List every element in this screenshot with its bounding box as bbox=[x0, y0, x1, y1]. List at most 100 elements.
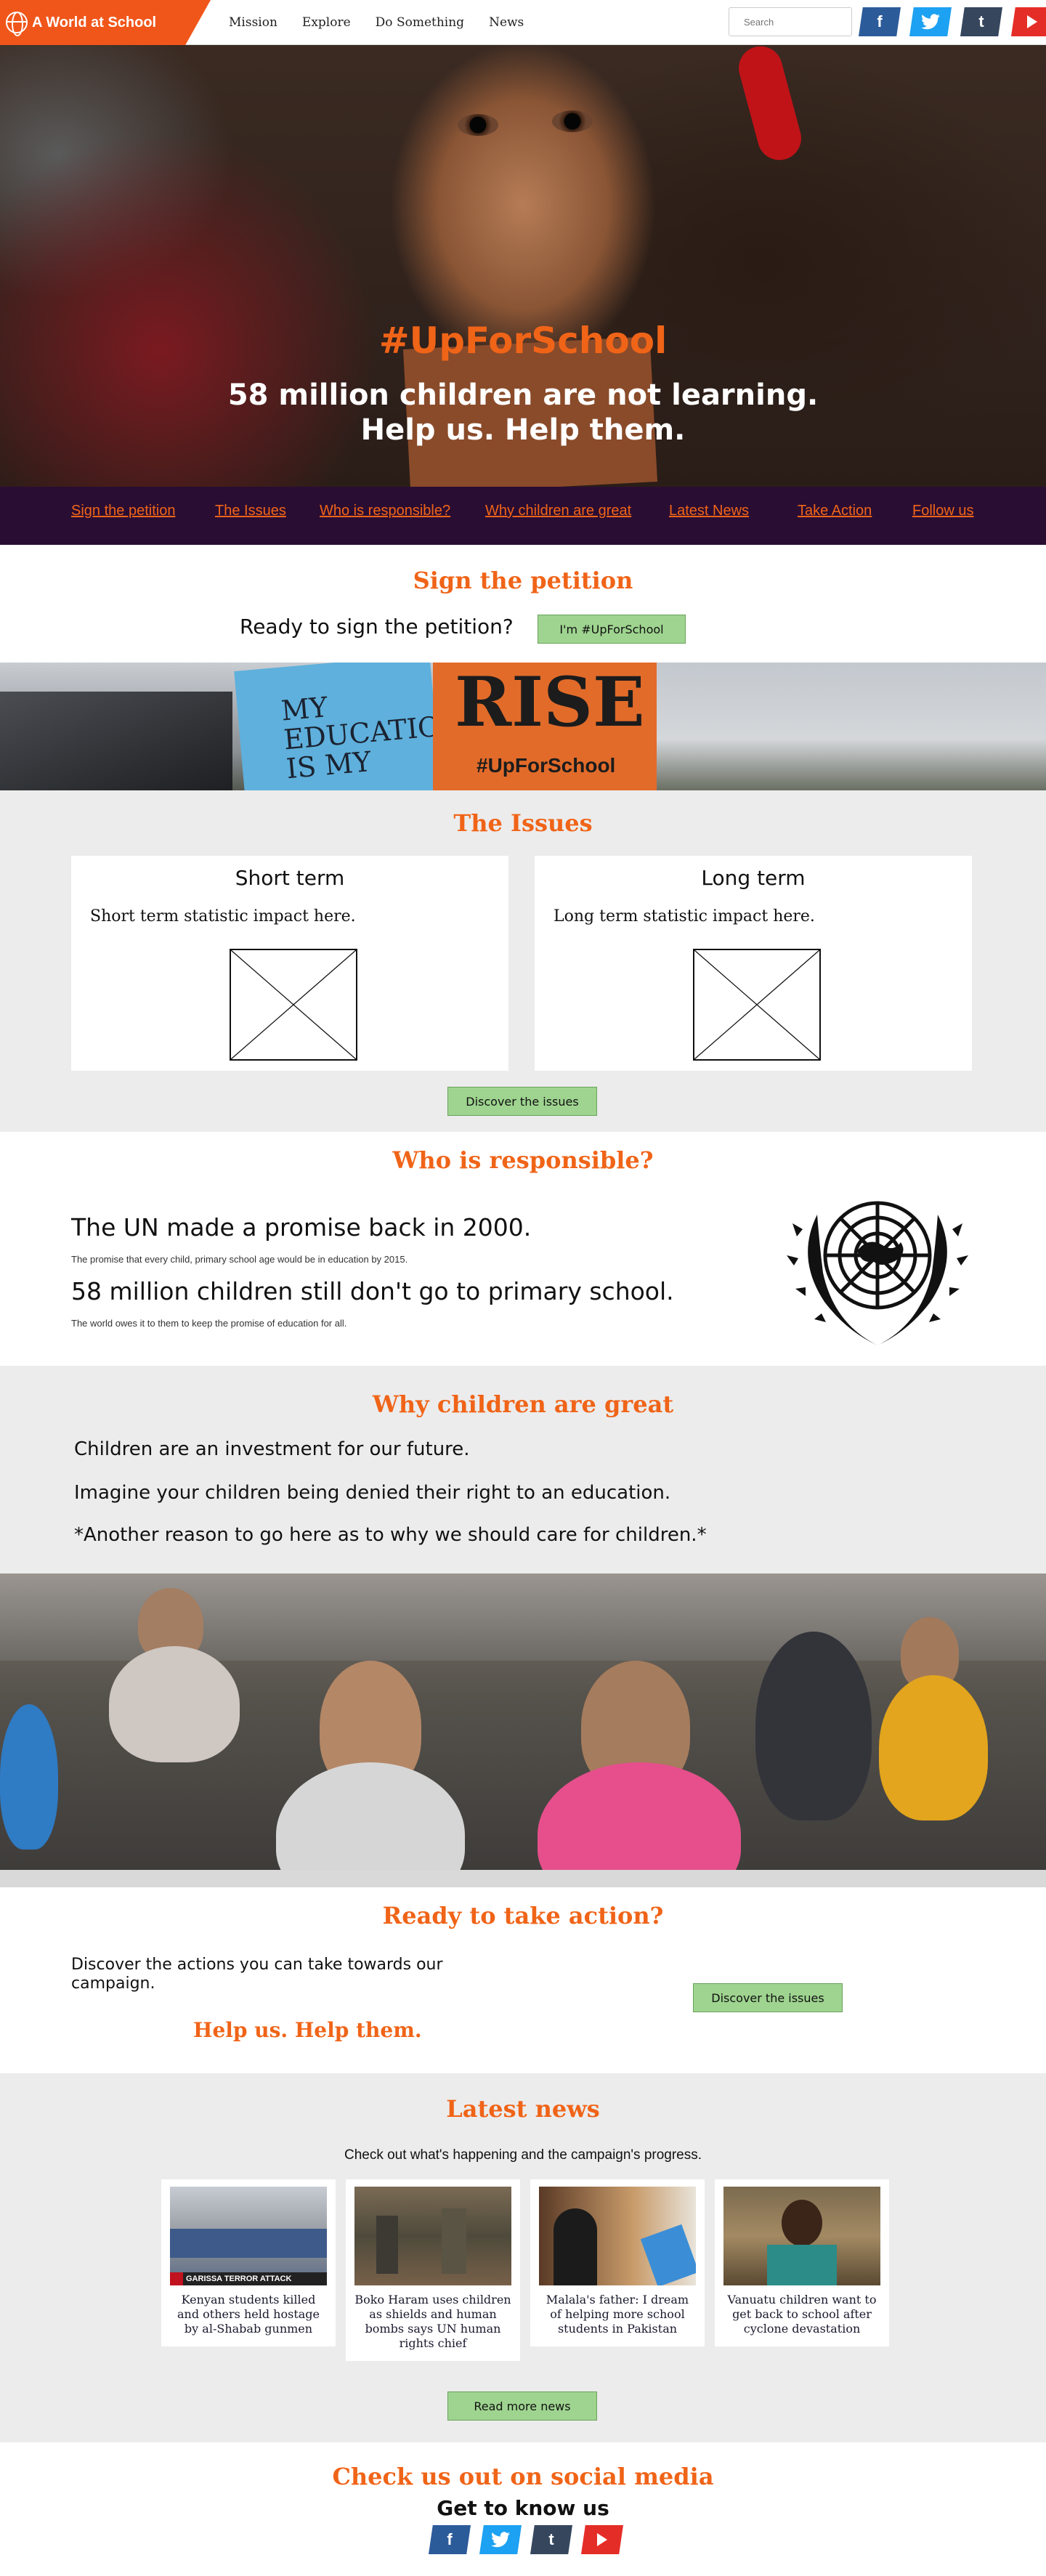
news-image-figure bbox=[442, 2208, 466, 2274]
action-title: Ready to take action? bbox=[382, 1902, 664, 1929]
tumblr-icon[interactable]: t bbox=[530, 2525, 572, 2554]
news-image bbox=[354, 2187, 511, 2285]
banner-roof bbox=[0, 692, 232, 790]
news-image-book bbox=[640, 2224, 696, 2285]
issues-title: The Issues bbox=[453, 809, 593, 837]
section-nav: Sign the petition The Issues Who is resp… bbox=[0, 487, 1046, 545]
news-image-figure bbox=[554, 2208, 597, 2285]
news-image bbox=[723, 2187, 880, 2285]
news-intro: Check out what's happening and the campa… bbox=[344, 2147, 702, 2163]
footer-subtitle: Get to know us bbox=[437, 2496, 609, 2520]
sign-petition-button[interactable]: I'm #UpForSchool bbox=[538, 615, 686, 644]
hero-eye-right bbox=[552, 110, 593, 132]
news-card[interactable]: Vanuatu children want to get back to sch… bbox=[715, 2179, 889, 2346]
hero-ribbon bbox=[734, 45, 806, 166]
globe-icon bbox=[6, 12, 28, 36]
facebook-icon[interactable]: f bbox=[429, 2525, 471, 2554]
news-caption: Kenyan students killed and others held h… bbox=[177, 2293, 320, 2336]
why-children-section: Why children are great Children are an i… bbox=[0, 1366, 1046, 1573]
social-footer: Check us out on social media Get to know… bbox=[0, 2442, 1046, 2576]
footer-title: Check us out on social media bbox=[332, 2463, 714, 2490]
hero-line-1: 58 million children are not learning. bbox=[227, 378, 819, 412]
hero-banner: #UpForSchool 58 million children are not… bbox=[0, 45, 1046, 487]
responsible-headline-2: 58 million children still don't go to pr… bbox=[71, 1277, 674, 1305]
subnav-why-children[interactable]: Why children are great bbox=[485, 503, 631, 519]
news-image-face bbox=[782, 2200, 822, 2246]
youtube-icon[interactable] bbox=[581, 2525, 623, 2554]
why-line-3: *Another reason to go here as to why we … bbox=[74, 1524, 707, 1546]
petition-title: Sign the petition bbox=[413, 567, 633, 594]
banner-sign-hashtag: #UpForSchool bbox=[477, 754, 616, 777]
facebook-icon[interactable]: f bbox=[859, 7, 901, 36]
classroom-child-body bbox=[276, 1762, 465, 1887]
logo-text: A World at School bbox=[32, 14, 157, 31]
action-text: Discover the actions you can take toward… bbox=[71, 1956, 443, 1993]
subnav-sign-petition[interactable]: Sign the petition bbox=[71, 503, 175, 519]
main-nav: Mission Explore Do Something News bbox=[229, 0, 524, 45]
petition-prompt: Ready to sign the petition? bbox=[240, 615, 514, 639]
why-line-1: Children are an investment for our futur… bbox=[74, 1438, 470, 1460]
banner-sky bbox=[657, 663, 1046, 790]
responsible-headline-1: The UN made a promise back in 2000. bbox=[71, 1213, 532, 1242]
news-image-figure bbox=[376, 2216, 398, 2274]
subnav-follow-us[interactable]: Follow us bbox=[912, 503, 973, 519]
twitter-icon[interactable] bbox=[909, 7, 952, 36]
responsible-sub-2: The world owes it to them to keep the pr… bbox=[71, 1318, 347, 1329]
banner-sign-rise: RISE bbox=[455, 663, 645, 742]
subnav-issues[interactable]: The Issues bbox=[215, 503, 286, 519]
issue-card-heading: Short term bbox=[235, 866, 345, 890]
latest-news-section: Latest news Check out what's happening a… bbox=[0, 2073, 1046, 2442]
nav-news[interactable]: News bbox=[489, 15, 524, 30]
header-social-links: f t bbox=[859, 7, 1046, 36]
classroom-child-body bbox=[109, 1646, 240, 1762]
news-card[interactable]: Malala's father: I dream of helping more… bbox=[530, 2179, 705, 2346]
youtube-icon[interactable] bbox=[1011, 7, 1046, 36]
nav-explore[interactable]: Explore bbox=[302, 15, 351, 30]
banner-sign-left: MY EDUCATION IS MY bbox=[234, 663, 466, 790]
issue-card-heading: Long term bbox=[701, 866, 806, 890]
subnav-responsible[interactable]: Who is responsible? bbox=[320, 503, 450, 519]
discover-issues-button[interactable]: Discover the issues bbox=[447, 1087, 597, 1116]
classroom-desk bbox=[0, 1870, 1046, 1887]
subnav-take-action[interactable]: Take Action bbox=[798, 503, 872, 519]
hero-eye-left bbox=[458, 114, 498, 136]
responsible-title: Who is responsible? bbox=[392, 1146, 654, 1174]
why-line-2: Imagine your children being denied their… bbox=[74, 1482, 671, 1504]
footer-social-links: f t bbox=[429, 2525, 623, 2554]
news-card[interactable]: Boko Haram uses children as shields and … bbox=[346, 2179, 520, 2361]
twitter-icon[interactable] bbox=[479, 2525, 522, 2554]
site-header: A World at School Mission Explore Do Som… bbox=[0, 0, 1046, 45]
news-card[interactable]: GARISSA TERROR ATTACK Kenyan students ki… bbox=[161, 2179, 336, 2346]
news-image-shirt bbox=[767, 2245, 837, 2285]
responsible-section: Who is responsible? The UN made a promis… bbox=[0, 1132, 1046, 1366]
classroom-photo bbox=[0, 1573, 1046, 1887]
discover-actions-button[interactable]: Discover the issues bbox=[693, 1983, 843, 2012]
issue-card-short: Short term Short term statistic impact h… bbox=[71, 856, 508, 1071]
search-input[interactable] bbox=[729, 7, 852, 36]
tumblr-icon[interactable]: t bbox=[960, 7, 1002, 36]
news-title: Latest news bbox=[446, 2095, 600, 2123]
classroom-child-body bbox=[0, 1704, 58, 1850]
read-more-news-button[interactable]: Read more news bbox=[447, 2391, 597, 2421]
take-action-section: Ready to take action? Discover the actio… bbox=[0, 1887, 1046, 2073]
image-placeholder-icon bbox=[230, 949, 357, 1061]
news-image-police bbox=[170, 2229, 327, 2258]
banner-sign-right: RISE #UpForSchool bbox=[433, 663, 657, 790]
news-caption: Boko Haram uses children as shields and … bbox=[354, 2293, 511, 2350]
action-tagline: Help us. Help them. bbox=[193, 2018, 422, 2042]
news-caption: Vanuatu children want to get back to sch… bbox=[727, 2293, 877, 2336]
classroom-child-body bbox=[755, 1632, 872, 1820]
issue-card-long: Long term Long term statistic impact her… bbox=[535, 856, 972, 1071]
nav-mission[interactable]: Mission bbox=[229, 15, 277, 30]
hero-hashtag: #UpForSchool bbox=[378, 320, 668, 362]
un-emblem-icon bbox=[787, 1201, 968, 1345]
classroom-child-body bbox=[879, 1675, 988, 1820]
issue-card-text: Short term statistic impact here. bbox=[90, 907, 356, 926]
nav-do-something[interactable]: Do Something bbox=[376, 15, 464, 30]
why-title: Why children are great bbox=[372, 1390, 674, 1418]
issues-section: The Issues Short term Short term statist… bbox=[0, 790, 1046, 1132]
news-image bbox=[539, 2187, 696, 2285]
subnav-latest-news[interactable]: Latest News bbox=[669, 503, 749, 519]
hero-line-2: Help us. Help them. bbox=[360, 413, 686, 447]
site-logo[interactable]: A World at School bbox=[0, 0, 211, 45]
